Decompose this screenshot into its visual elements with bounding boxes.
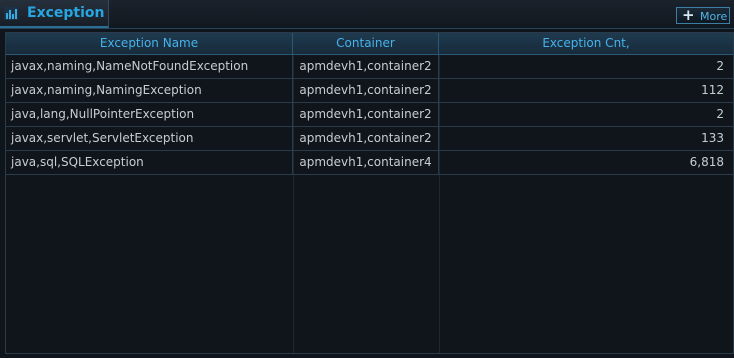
more-button-label: More xyxy=(700,10,728,23)
cell-exception-name: javax,naming,NamingException xyxy=(6,79,293,102)
exception-panel: Exception + More Exception Name Containe… xyxy=(0,0,734,358)
column-header-exception-count[interactable]: Exception Cnt, xyxy=(439,33,733,54)
panel-header: Exception + More xyxy=(0,0,734,29)
table-row[interactable]: java,sql,SQLException apmdevh1,container… xyxy=(6,151,733,175)
cell-container: apmdevh1,container2 xyxy=(293,55,439,78)
column-header-exception-name[interactable]: Exception Name xyxy=(6,33,293,54)
cell-exception-name: java,lang,NullPointerException xyxy=(6,103,293,126)
cell-exception-count: 2 xyxy=(716,107,724,121)
panel-title-tab: Exception xyxy=(0,0,109,28)
cell-exception-count: 112 xyxy=(701,83,724,97)
table-row[interactable]: javax,servlet,ServletException apmdevh1,… xyxy=(6,127,733,151)
table-header: Exception Name Container Exception Cnt, xyxy=(6,33,733,55)
cell-exception-count: 2 xyxy=(716,59,724,73)
cell-container: apmdevh1,container2 xyxy=(293,127,439,150)
cell-exception-name: javax,servlet,ServletException xyxy=(6,127,293,150)
panel-title: Exception xyxy=(27,5,105,21)
column-header-container[interactable]: Container xyxy=(293,33,439,54)
table-row[interactable]: javax,naming,NameNotFoundException apmde… xyxy=(6,55,733,79)
cell-exception-count: 133 xyxy=(701,131,724,145)
table-row[interactable]: java,lang,NullPointerException apmdevh1,… xyxy=(6,103,733,127)
table-row[interactable]: javax,naming,NamingException apmdevh1,co… xyxy=(6,79,733,103)
bar-chart-icon xyxy=(4,7,18,20)
cell-exception-name: java,sql,SQLException xyxy=(6,151,293,174)
cell-exception-count: 6,818 xyxy=(689,155,724,169)
cell-exception-name: javax,naming,NameNotFoundException xyxy=(6,55,293,78)
plus-icon: + xyxy=(682,6,695,24)
exception-table: Exception Name Container Exception Cnt, … xyxy=(5,32,734,354)
cell-container: apmdevh1,container2 xyxy=(293,79,439,102)
cell-container: apmdevh1,container2 xyxy=(293,103,439,126)
more-button[interactable]: + More xyxy=(676,6,730,24)
cell-container: apmdevh1,container4 xyxy=(293,151,439,174)
